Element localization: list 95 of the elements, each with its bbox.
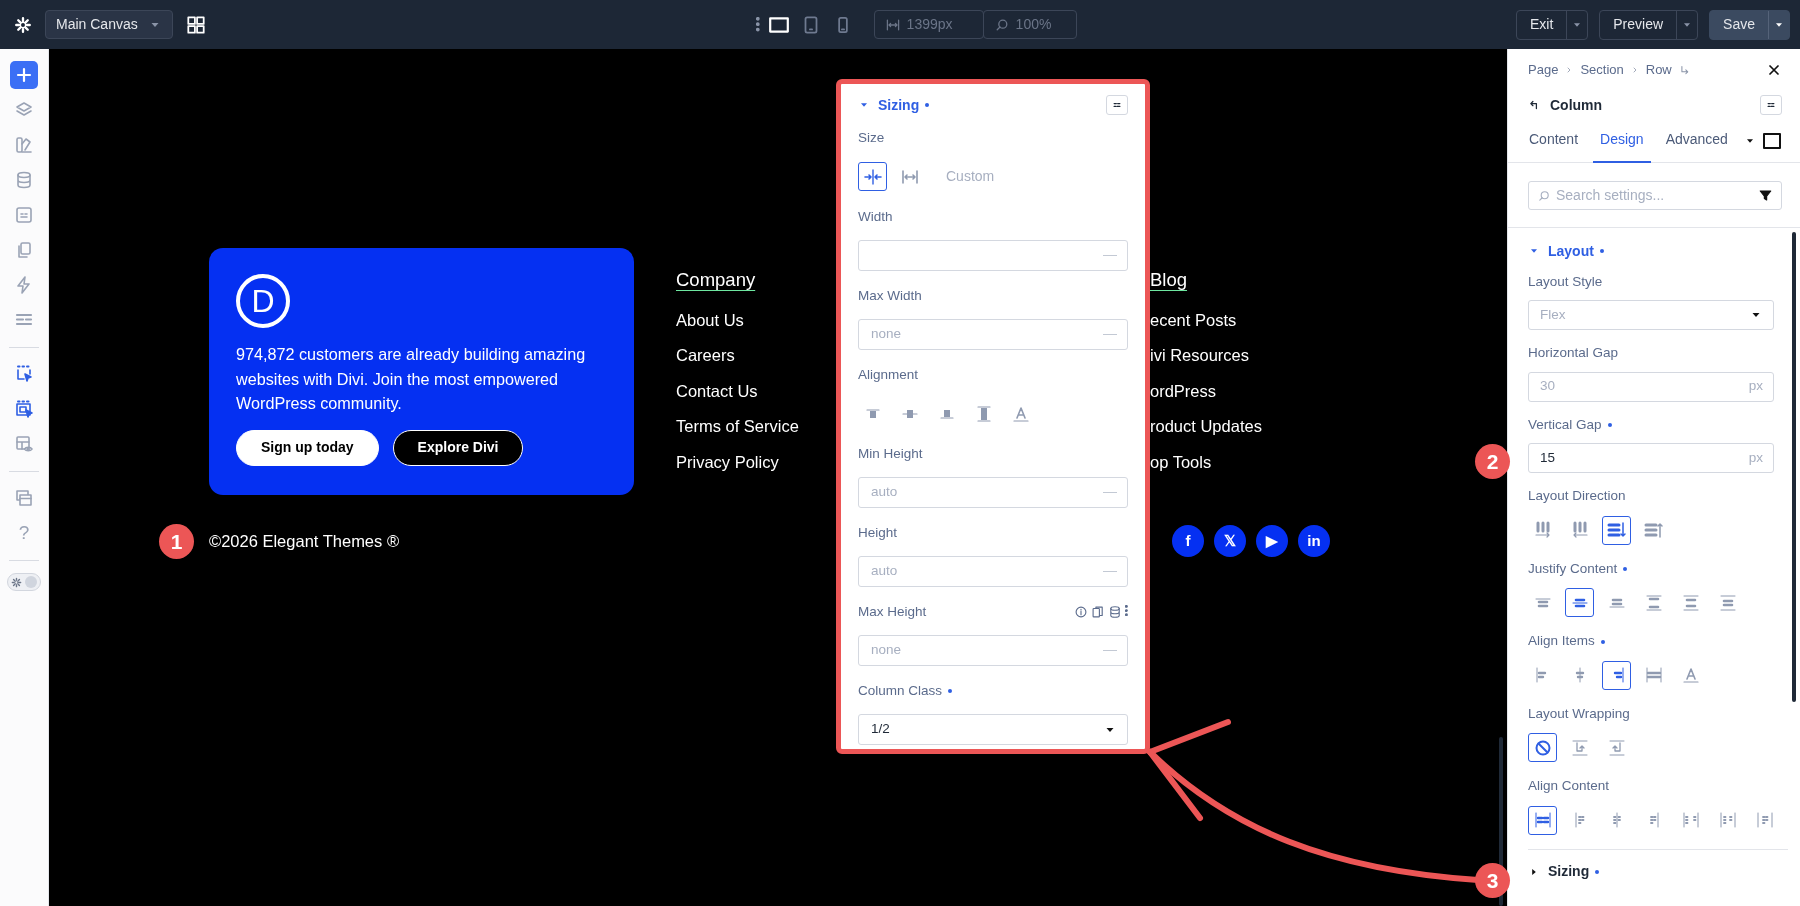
gear-icon bbox=[11, 576, 22, 588]
social-button[interactable]: 𝕏 bbox=[1214, 525, 1246, 557]
breadcrumb-link[interactable]: Section bbox=[1580, 60, 1624, 80]
tab[interactable]: Content bbox=[1522, 118, 1586, 163]
field-label: Max Width bbox=[858, 286, 922, 305]
field-label: Alignment bbox=[858, 365, 919, 384]
footer-heading: Blog bbox=[1150, 268, 1188, 292]
promo-text: 974,872 customers are already building amazing websites with Divi. Join the most empowered WordPress community. bbox=[236, 344, 587, 414]
option-icon bbox=[1608, 597, 1625, 608]
field-label: Size bbox=[858, 128, 885, 147]
footer-link[interactable]: op Tools bbox=[1150, 449, 1262, 486]
form-icon bbox=[14, 205, 34, 225]
filter-icon bbox=[1758, 188, 1773, 203]
option-icon bbox=[865, 408, 880, 419]
option-icon bbox=[1532, 810, 1553, 830]
canvas-select[interactable]: Main Canvas bbox=[45, 10, 173, 39]
social-button[interactable]: ▶ bbox=[1256, 525, 1288, 557]
option-icon bbox=[1643, 520, 1664, 540]
cursor-frame-icon bbox=[14, 399, 34, 419]
option-icon bbox=[1648, 812, 1659, 828]
footer-link[interactable]: ivi Resources bbox=[1150, 343, 1262, 379]
option-icon bbox=[1680, 810, 1701, 830]
theme-toggle[interactable] bbox=[7, 573, 41, 591]
breadcrumb-link[interactable]: Row bbox=[1645, 60, 1672, 80]
tab[interactable]: Design bbox=[1593, 118, 1651, 163]
section-title[interactable]: Layout bbox=[1548, 240, 1594, 262]
field-label: Justify Content bbox=[1528, 559, 1618, 578]
save-button[interactable]: Save bbox=[1709, 9, 1790, 40]
footer-link[interactable]: ordPress bbox=[1150, 378, 1262, 415]
split-button[interactable]: Exit bbox=[1515, 9, 1589, 40]
option-button[interactable] bbox=[1565, 588, 1594, 617]
option-icon bbox=[1606, 520, 1627, 540]
tab[interactable]: Advanced bbox=[1658, 118, 1735, 163]
field-label: Max Height bbox=[858, 602, 927, 621]
plus-icon bbox=[14, 65, 34, 85]
field-label: Min Height bbox=[858, 444, 923, 463]
field-label: Align Content bbox=[1528, 777, 1610, 796]
option-button[interactable] bbox=[858, 162, 887, 191]
layout-eye-icon bbox=[14, 434, 34, 454]
database-icon bbox=[1108, 605, 1123, 619]
options-button[interactable] bbox=[1106, 95, 1128, 115]
more-icon bbox=[756, 17, 760, 32]
split-button[interactable]: Preview bbox=[1599, 9, 1699, 40]
option-icon bbox=[1754, 810, 1775, 830]
windows-icon bbox=[14, 488, 34, 508]
search-icon bbox=[1537, 188, 1551, 203]
input-field[interactable]: 15 px bbox=[1528, 443, 1774, 473]
close-icon bbox=[1766, 62, 1782, 78]
scrollbar[interactable] bbox=[1792, 232, 1796, 702]
footer-heading: Company bbox=[676, 268, 756, 292]
field-label: Align Items bbox=[1528, 632, 1595, 651]
field-label: Height bbox=[858, 523, 898, 542]
option-button[interactable] bbox=[1528, 733, 1557, 762]
square-icon bbox=[1762, 130, 1782, 151]
logo: D bbox=[236, 274, 290, 328]
input-field[interactable] bbox=[858, 240, 1128, 271]
add-button[interactable] bbox=[10, 61, 38, 89]
field-label: Vertical Gap bbox=[1528, 415, 1602, 434]
cursor-select-icon bbox=[14, 364, 34, 384]
copyright-text: ©2026 Elegant Themes ® bbox=[209, 531, 400, 550]
copy-icon bbox=[1091, 605, 1106, 619]
settings-icon bbox=[14, 15, 32, 34]
option-icon bbox=[862, 166, 883, 187]
footer-link[interactable]: ecent Posts bbox=[1150, 307, 1262, 344]
field-label: Layout Style bbox=[1528, 272, 1603, 291]
social-button[interactable]: in bbox=[1298, 525, 1330, 557]
option-button[interactable] bbox=[1602, 515, 1631, 545]
option-icon bbox=[1574, 812, 1585, 828]
more-icon bbox=[1125, 605, 1128, 617]
option-button[interactable] bbox=[1528, 805, 1557, 835]
database-icon bbox=[14, 170, 34, 190]
social-button[interactable]: f bbox=[1172, 525, 1204, 557]
field-label: Layout Direction bbox=[1528, 487, 1626, 506]
field-label: Column Class bbox=[858, 681, 943, 700]
info-icon bbox=[1074, 605, 1089, 619]
option-icon bbox=[1534, 597, 1551, 608]
option-icon bbox=[1717, 810, 1738, 830]
grid-icon bbox=[185, 13, 207, 36]
cta-button[interactable]: Explore Divi bbox=[392, 429, 524, 466]
option-icon bbox=[1643, 665, 1664, 685]
select-field[interactable]: 1/2 bbox=[858, 714, 1128, 745]
options-button[interactable] bbox=[1760, 95, 1782, 115]
cta-button[interactable]: Sign up today bbox=[236, 429, 379, 466]
option-button[interactable] bbox=[1602, 660, 1631, 690]
field-label: Width bbox=[858, 207, 893, 226]
footer-link[interactable]: roduct Updates bbox=[1150, 414, 1262, 450]
field-label: Horizontal Gap bbox=[1528, 344, 1619, 363]
library-icon bbox=[14, 135, 34, 155]
breadcrumb-link[interactable]: Page bbox=[1528, 60, 1559, 80]
panel-title: Column bbox=[1550, 95, 1603, 115]
close-button[interactable] bbox=[1766, 62, 1782, 78]
section-title[interactable]: Sizing bbox=[1548, 861, 1590, 882]
section-title[interactable]: Sizing bbox=[878, 94, 920, 116]
option-icon bbox=[939, 408, 954, 419]
field-label: Layout Wrapping bbox=[1528, 704, 1630, 723]
